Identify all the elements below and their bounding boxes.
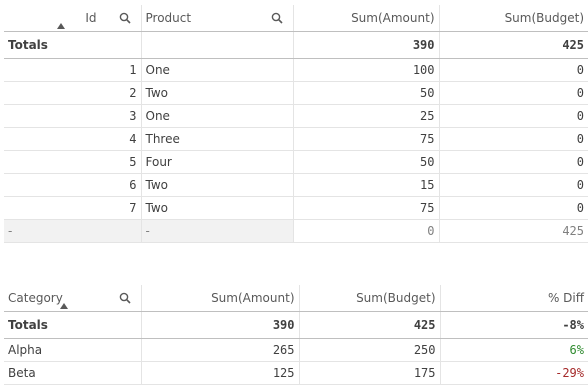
table-row[interactable]: 7 Two 75 0 [4,196,588,220]
cell-diff-positive: 6% [440,338,588,362]
cell-id[interactable]: 7 [4,196,142,220]
totals-diff: -8% [440,311,588,339]
table-header-row: Category Sum(Amount) Sum(Budget) % Diff [4,285,588,312]
cell-budget: 425 [439,219,588,243]
cell-amount: 100 [293,58,440,82]
table-row[interactable]: 5 Four 50 0 [4,150,588,174]
table-row[interactable]: 2 Two 50 0 [4,81,588,105]
cell-product[interactable]: Two [141,173,294,197]
cell-diff-negative: -29% [440,361,588,385]
table-header-row: Id Product Sum(Amount) Sum(Budget) [4,5,588,32]
header-category[interactable]: Category [4,285,142,312]
cell-budget: 0 [439,58,588,82]
header-pct-diff[interactable]: % Diff [440,285,588,312]
header-sum-budget[interactable]: Sum(Budget) [439,5,588,32]
cell-amount: 50 [293,81,440,105]
sort-ascending-icon[interactable] [60,302,68,309]
cell-product[interactable]: Two [141,196,294,220]
cell-amount: 265 [141,338,300,362]
search-icon[interactable] [271,12,283,24]
table-row[interactable]: Beta 125 175 -29% [4,361,588,385]
totals-budget: 425 [439,31,588,59]
straight-table-categories: Category Sum(Amount) Sum(Budget) % Diff … [4,285,588,385]
cell-product[interactable]: Three [141,127,294,151]
totals-amount: 390 [293,31,440,59]
cell-id[interactable]: 6 [4,173,142,197]
header-product[interactable]: Product [141,5,294,32]
search-icon[interactable] [119,12,131,24]
header-sum-amount[interactable]: Sum(Amount) [293,5,440,32]
totals-label: Totals [4,31,142,59]
cell-amount: 0 [293,219,440,243]
header-product-label: Product [145,10,192,25]
null-row[interactable]: - - 0 425 [4,219,588,243]
cell-id-null[interactable]: - [4,219,142,243]
cell-amount: 25 [293,104,440,128]
straight-table-products: Id Product Sum(Amount) Sum(Budget) Total… [4,5,588,243]
cell-amount: 75 [293,196,440,220]
cell-id[interactable]: 1 [4,58,142,82]
table-row[interactable]: Alpha 265 250 6% [4,338,588,362]
cell-budget: 250 [299,338,441,362]
cell-budget: 0 [439,150,588,174]
totals-row: Totals 390 425 [4,31,588,59]
cell-amount: 125 [141,361,300,385]
totals-row: Totals 390 425 -8% [4,311,588,339]
cell-id[interactable]: 5 [4,150,142,174]
cell-product[interactable]: One [141,104,294,128]
header-sum-budget[interactable]: Sum(Budget) [299,285,441,312]
totals-empty [141,31,294,59]
table-row[interactable]: 1 One 100 0 [4,58,588,82]
totals-budget: 425 [299,311,441,339]
search-icon[interactable] [119,292,131,304]
cell-id[interactable]: 4 [4,127,142,151]
totals-amount: 390 [141,311,300,339]
cell-id[interactable]: 2 [4,81,142,105]
totals-label: Totals [4,311,142,339]
cell-product-null[interactable]: - [141,219,294,243]
header-id[interactable]: Id [4,5,142,32]
header-sum-amount[interactable]: Sum(Amount) [141,285,300,312]
cell-budget: 0 [439,196,588,220]
cell-id[interactable]: 3 [4,104,142,128]
table-row[interactable]: 3 One 25 0 [4,104,588,128]
cell-budget: 0 [439,81,588,105]
cell-budget: 0 [439,104,588,128]
table-row[interactable]: 6 Two 15 0 [4,173,588,197]
cell-budget: 0 [439,173,588,197]
cell-amount: 50 [293,150,440,174]
sort-ascending-icon[interactable] [57,22,65,29]
cell-amount: 75 [293,127,440,151]
table-row[interactable]: 4 Three 75 0 [4,127,588,151]
cell-product[interactable]: One [141,58,294,82]
cell-budget: 0 [439,127,588,151]
cell-category[interactable]: Beta [4,361,142,385]
cell-product[interactable]: Four [141,150,294,174]
cell-budget: 175 [299,361,441,385]
header-category-label: Category [8,290,63,305]
cell-category[interactable]: Alpha [4,338,142,362]
cell-product[interactable]: Two [141,81,294,105]
header-id-label: Id [85,11,97,25]
cell-amount: 15 [293,173,440,197]
